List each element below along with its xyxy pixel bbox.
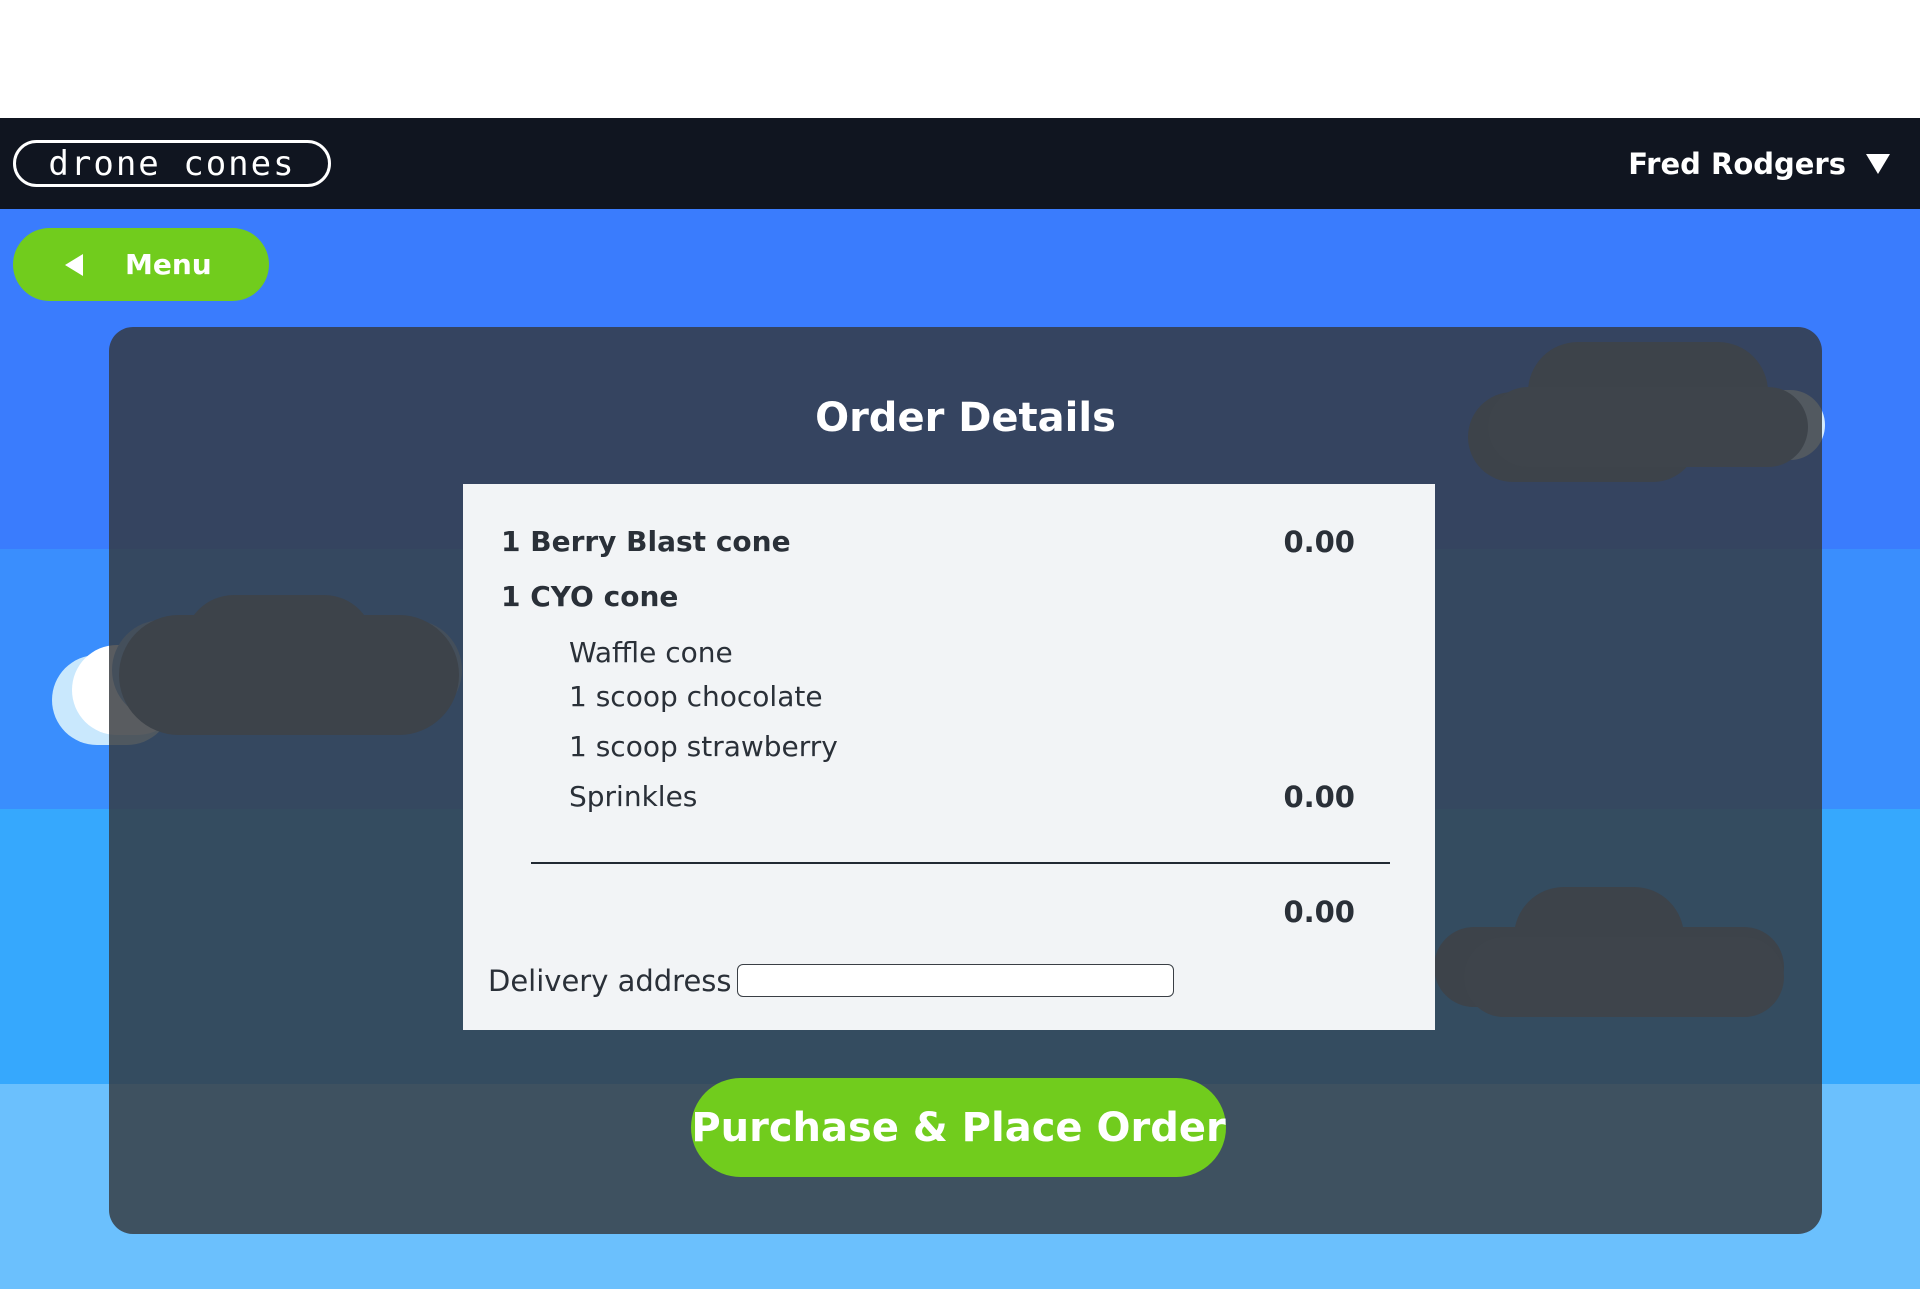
delivery-address-label: Delivery address xyxy=(488,964,732,998)
order-item-label: 1 Berry Blast cone xyxy=(501,525,791,558)
order-item-price: 0.00 xyxy=(1283,525,1355,559)
order-item-label: 1 CYO cone xyxy=(501,580,679,613)
cyo-price: 0.00 xyxy=(1283,780,1355,814)
logo[interactable]: drone cones xyxy=(13,140,331,187)
back-button-label: Menu xyxy=(125,248,212,281)
order-total: 0.00 xyxy=(1283,895,1355,929)
user-menu[interactable]: Fred Rodgers xyxy=(1628,140,1890,188)
cyo-detail: Sprinkles xyxy=(569,780,698,813)
cloud-decoration xyxy=(1434,887,1804,1027)
arrow-left-icon xyxy=(65,253,83,276)
page: drone cones Fred Rodgers Menu Order Deta… xyxy=(0,0,1920,1289)
divider xyxy=(531,862,1390,864)
user-name: Fred Rodgers xyxy=(1628,147,1846,181)
cloud-decoration xyxy=(1468,342,1808,482)
delivery-address-input[interactable] xyxy=(737,964,1174,997)
purchase-place-order-button[interactable]: Purchase & Place Order xyxy=(691,1078,1226,1177)
top-blank-area xyxy=(0,0,1920,118)
caret-down-icon xyxy=(1866,154,1890,174)
order-panel: Order Details 1 Berry Blast cone 0.00 1 … xyxy=(109,327,1822,1234)
cyo-detail: 1 scoop chocolate xyxy=(569,680,823,713)
cyo-detail: 1 scoop strawberry xyxy=(569,730,838,763)
order-receipt: 1 Berry Blast cone 0.00 1 CYO cone Waffl… xyxy=(463,484,1435,1030)
cyo-detail: Waffle cone xyxy=(569,636,733,669)
cloud-decoration xyxy=(109,595,469,755)
back-to-menu-button[interactable]: Menu xyxy=(13,228,269,301)
navbar: drone cones Fred Rodgers xyxy=(0,118,1920,209)
